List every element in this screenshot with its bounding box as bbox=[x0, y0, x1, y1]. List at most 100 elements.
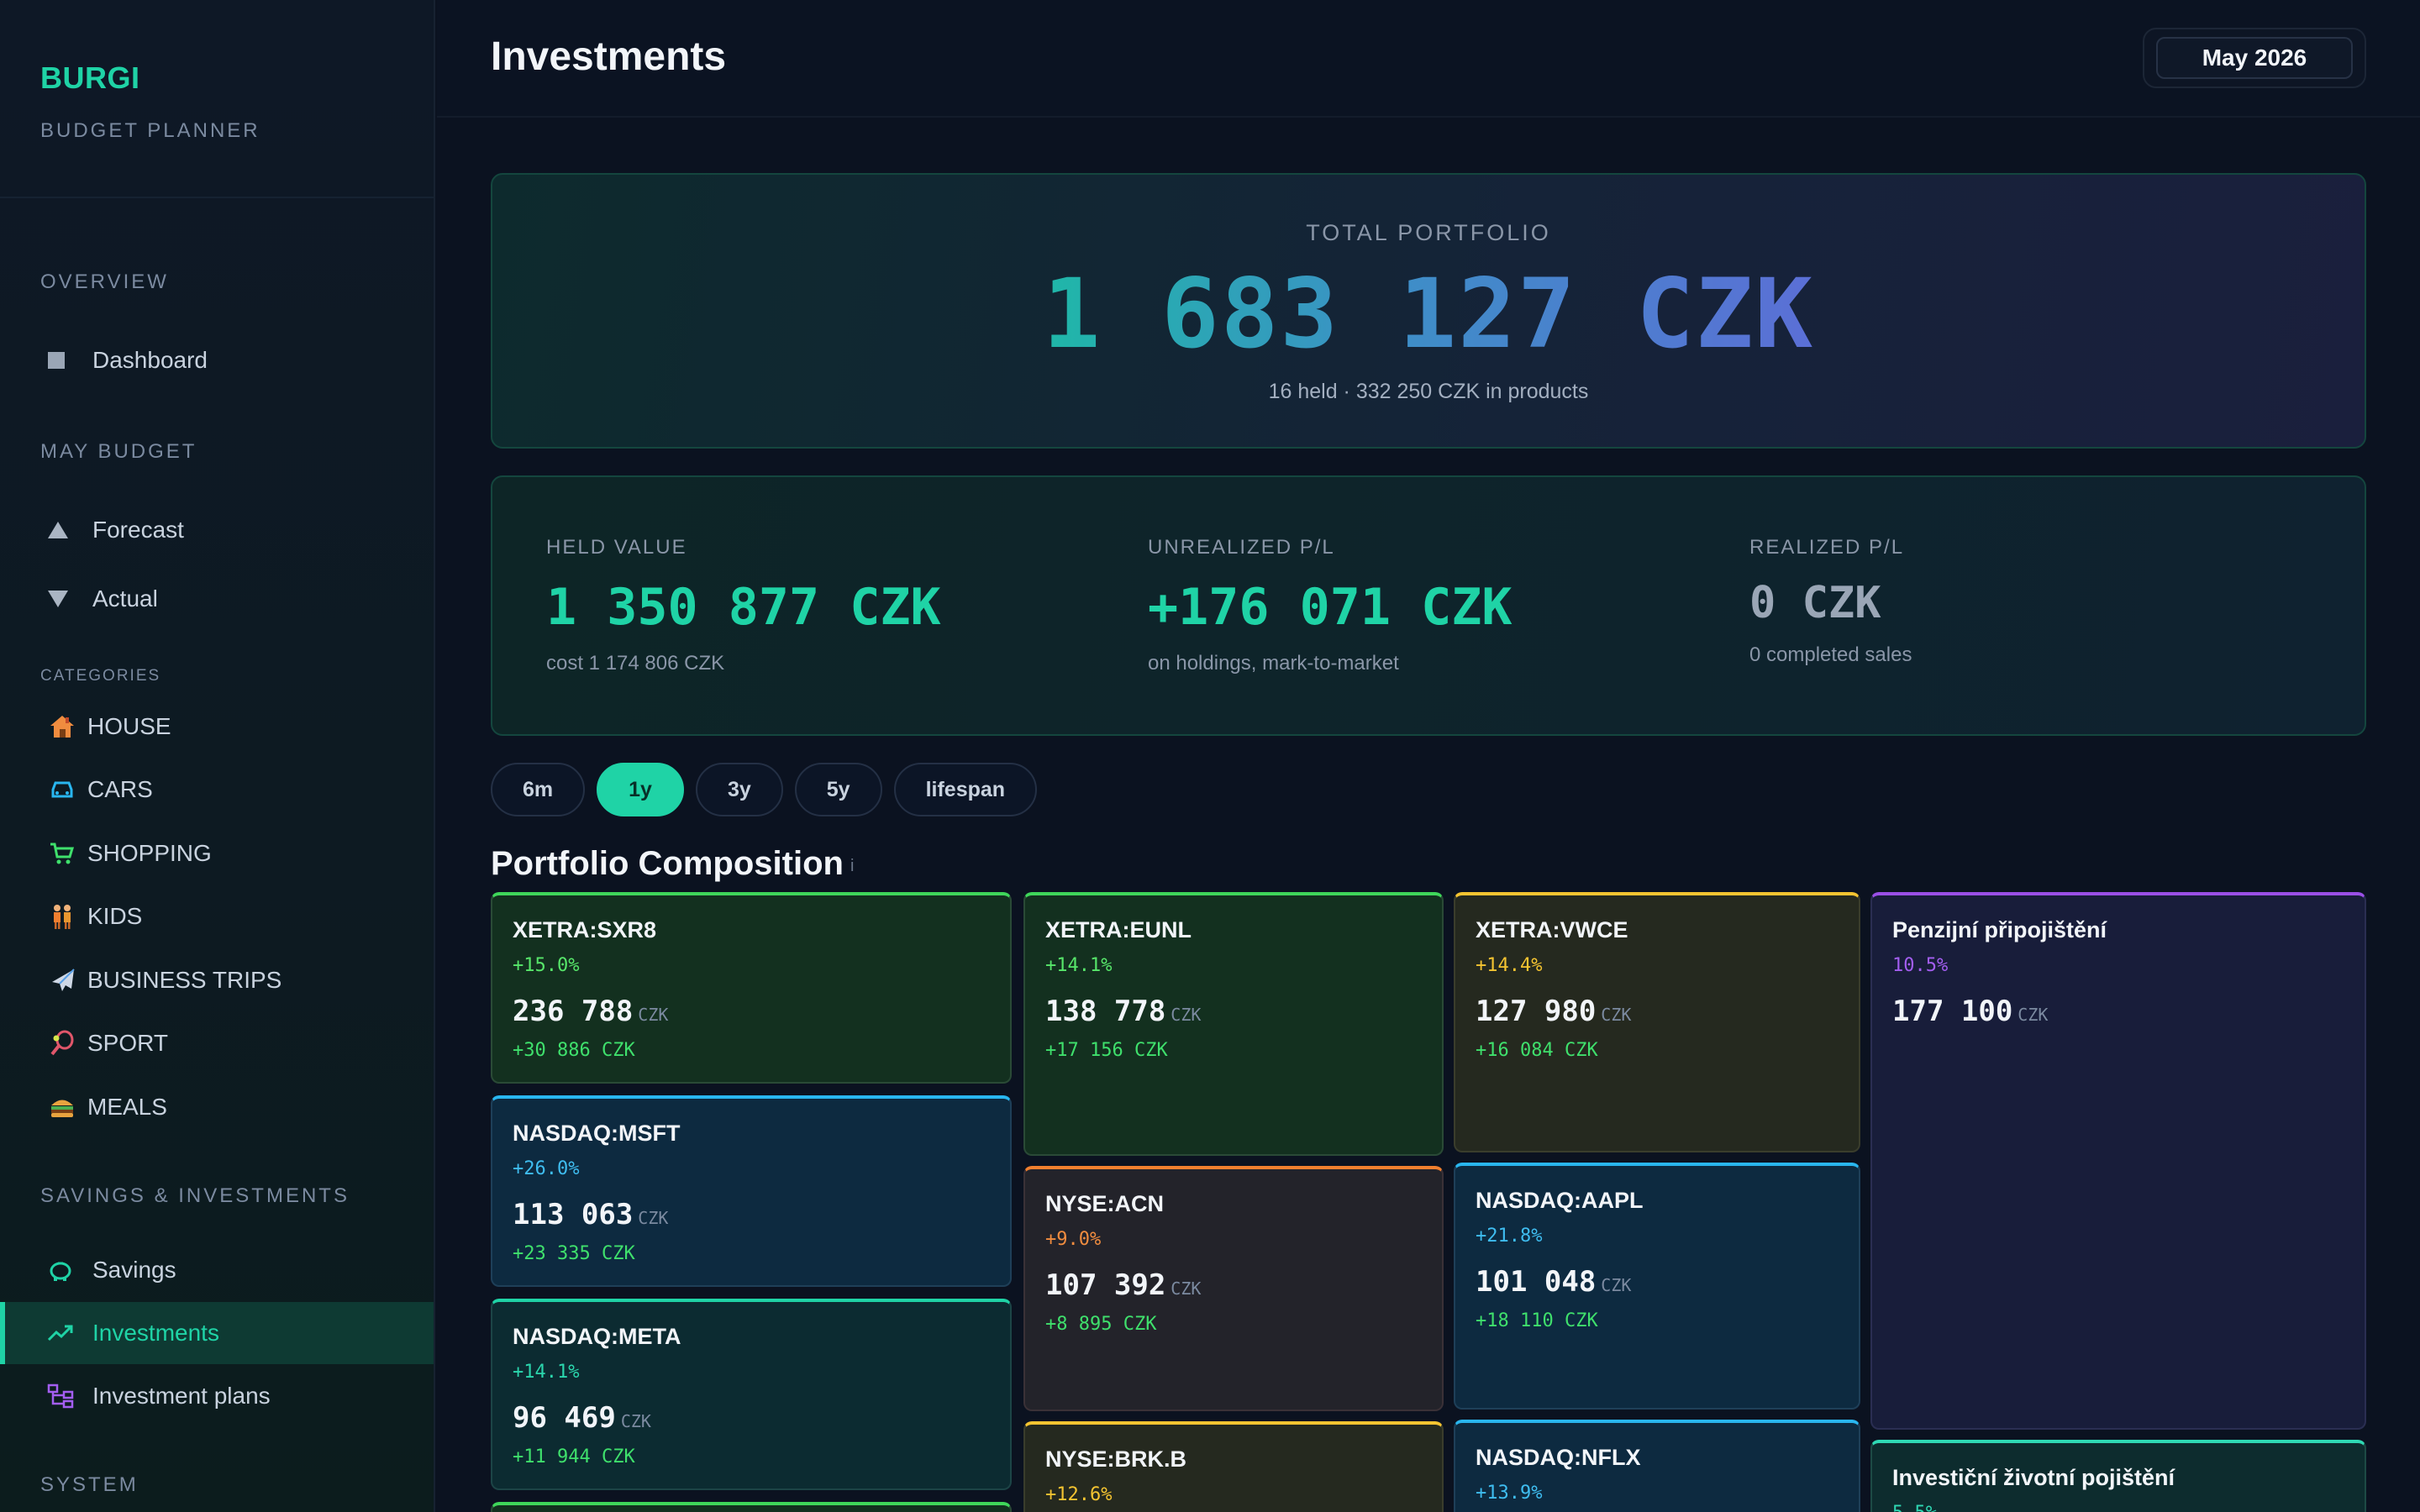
holding-tile-nflx[interactable]: NASDAQ:NFLX +13.9% bbox=[1454, 1420, 1860, 1512]
sidebar-item-sport[interactable]: SPORT bbox=[0, 1012, 434, 1074]
holding-percent: +21.8% bbox=[1476, 1226, 1543, 1247]
tennis-racket-icon bbox=[49, 1030, 82, 1057]
sidebar-item-savings[interactable]: Savings bbox=[0, 1239, 434, 1301]
held-cost: cost 1 174 806 CZK bbox=[546, 652, 725, 675]
holding-value: 107 392 CZK bbox=[1045, 1268, 1202, 1302]
sidebar-item-label: Actual bbox=[92, 585, 158, 612]
total-portfolio-value: 1 683 127 CZK bbox=[1042, 258, 1815, 370]
currency-label: CZK bbox=[638, 1005, 669, 1025]
sidebar-item-investments[interactable]: Investments bbox=[0, 1302, 434, 1364]
kids-icon bbox=[49, 903, 82, 930]
month-selector-button[interactable]: May 2026 bbox=[2156, 37, 2353, 79]
holding-percent: +9.0% bbox=[1045, 1229, 1102, 1250]
range-5y-button[interactable]: 5y bbox=[794, 763, 882, 816]
cart-icon bbox=[49, 842, 82, 865]
sidebar-item-label: SHOPPING bbox=[87, 840, 212, 866]
holding-value: 127 980 CZK bbox=[1476, 995, 1632, 1028]
stat-label: UNREALIZED P/L bbox=[1148, 536, 1335, 559]
sidebar-item-cars[interactable]: CARS bbox=[0, 759, 434, 821]
holding-gain: +8 895 CZK bbox=[1045, 1314, 1157, 1335]
sidebar-item-label: HOUSE bbox=[87, 713, 171, 739]
product-tile-pension[interactable]: Penzijní připojištění 10.5% 177 100 CZK bbox=[1870, 892, 2366, 1430]
currency-label: CZK bbox=[1601, 1275, 1632, 1295]
holding-name: NYSE:ACN bbox=[1045, 1191, 1165, 1216]
currency-label: CZK bbox=[2018, 1005, 2049, 1025]
currency-label: CZK bbox=[1171, 1005, 1202, 1025]
product-percent: 5.5% bbox=[1892, 1503, 2344, 1512]
brand-name[interactable]: BURGI bbox=[40, 60, 393, 96]
sidebar-item-shopping[interactable]: SHOPPING bbox=[0, 822, 434, 885]
holding-percent: +14.1% bbox=[513, 1362, 580, 1383]
info-icon[interactable]: i bbox=[850, 857, 854, 876]
holding-name: NASDAQ:AAPL bbox=[1476, 1188, 1644, 1213]
realized-pl-stat: REALIZED P/L 0 CZK 0 completed sales bbox=[1749, 536, 1912, 667]
product-tile-life-insurance[interactable]: Investiční životní pojištění 5.5% bbox=[1870, 1440, 2366, 1512]
holding-tile-msft[interactable]: NASDAQ:MSFT +26.0% 113 063 CZK +23 335 CZ… bbox=[491, 1095, 1012, 1287]
holding-percent: +26.0% bbox=[513, 1158, 580, 1179]
stat-label: REALIZED P/L bbox=[1749, 536, 1905, 559]
brand-subtitle: BUDGET PLANNER bbox=[40, 119, 260, 142]
range-lifespan-button[interactable]: lifespan bbox=[893, 763, 1038, 816]
holding-gain: +11 944 CZK bbox=[513, 1446, 635, 1467]
realized-pl-value: 0 CZK bbox=[1749, 578, 1881, 628]
currency-label: CZK bbox=[1601, 1005, 1632, 1025]
sidebar-item-actual[interactable]: Actual bbox=[0, 568, 434, 630]
currency-label: CZK bbox=[1171, 1278, 1202, 1299]
total-portfolio-card: TOTAL PORTFOLIO 1 683 127 CZK 16 held · … bbox=[491, 173, 2366, 449]
month-picker: May 2026 bbox=[2143, 28, 2366, 88]
trending-up-icon bbox=[47, 1323, 81, 1343]
holding-percent: +15.0% bbox=[513, 955, 580, 976]
stat-label: HELD VALUE bbox=[546, 536, 687, 559]
burger-icon bbox=[49, 1095, 82, 1120]
sidebar-item-forecast[interactable]: Forecast bbox=[0, 499, 434, 561]
sidebar-item-investment-plans[interactable]: Investment plans bbox=[0, 1365, 434, 1427]
sidebar-item-label: CARS bbox=[87, 776, 153, 802]
sidebar-item-kids[interactable]: KIDS bbox=[0, 885, 434, 948]
sidebar-item-house[interactable]: HOUSE bbox=[0, 696, 434, 758]
holding-gain: +17 156 CZK bbox=[1045, 1040, 1168, 1061]
total-portfolio-label: TOTAL PORTFOLIO bbox=[1306, 220, 1551, 245]
held-value: 1 350 877 CZK bbox=[546, 578, 941, 637]
holding-name: NASDAQ:META bbox=[513, 1324, 681, 1349]
sidebar: BURGI BUDGET PLANNER OVERVIEW Dashboard … bbox=[0, 0, 435, 1512]
main-content: Investments May 2026 TOTAL PORTFOLIO 1 6… bbox=[437, 0, 2420, 1512]
sidebar-item-meals[interactable]: MEALS bbox=[0, 1076, 434, 1138]
holding-value: 101 048 CZK bbox=[1476, 1265, 1632, 1299]
unrealized-pl-note: on holdings, mark-to-market bbox=[1148, 652, 1399, 675]
portfolio-composition-title: Portfolio Composition bbox=[491, 845, 844, 882]
sidebar-item-dashboard[interactable]: Dashboard bbox=[0, 329, 434, 391]
range-1y-button[interactable]: 1y bbox=[597, 763, 684, 816]
holding-tile-vwce[interactable]: XETRA:VWCE +14.4% 127 980 CZK +16 084 CZK bbox=[1454, 892, 1860, 1152]
holding-tile-sxr8[interactable]: XETRA:SXR8 +15.0% 236 788 CZK +30 886 CZK bbox=[491, 892, 1012, 1084]
triangle-down-icon bbox=[47, 590, 81, 608]
stats-card: HELD VALUE 1 350 877 CZK cost 1 174 806 … bbox=[491, 475, 2366, 736]
holding-value: 138 778 CZK bbox=[1045, 995, 1202, 1028]
page-title: Investments bbox=[491, 34, 727, 79]
sidebar-item-business-trips[interactable]: BUSINESS TRIPS bbox=[0, 949, 434, 1011]
holding-tile-meta[interactable]: NASDAQ:META +14.1% 96 469 CZK +11 944 CZK bbox=[491, 1299, 1012, 1490]
holding-tile-aapl[interactable]: NASDAQ:AAPL +21.8% 101 048 CZK +18 110 CZ… bbox=[1454, 1163, 1860, 1410]
product-name: Investiční životní pojištění bbox=[1892, 1465, 2175, 1490]
product-percent: 10.5% bbox=[1892, 955, 1949, 976]
brand: BURGI BUDGET PLANNER bbox=[0, 0, 434, 198]
realized-pl-note: 0 completed sales bbox=[1749, 643, 1912, 666]
holding-tile-acn[interactable]: NYSE:ACN +9.0% 107 392 CZK +8 895 CZK bbox=[1023, 1166, 1444, 1411]
holding-percent: +14.1% bbox=[1045, 955, 1113, 976]
holding-name: NASDAQ:NFLX bbox=[1476, 1445, 1641, 1470]
sidebar-item-label: KIDS bbox=[87, 903, 143, 929]
sidebar-item-label: Dashboard bbox=[92, 347, 208, 373]
currency-label: CZK bbox=[638, 1208, 669, 1228]
range-6m-button[interactable]: 6m bbox=[491, 763, 586, 816]
total-portfolio-subtitle: 16 held · 332 250 CZK in products bbox=[1268, 380, 1589, 403]
sidebar-item-label: Forecast bbox=[92, 517, 184, 543]
unrealized-pl-value: +176 071 CZK bbox=[1148, 578, 1512, 637]
holding-value: 236 788 CZK bbox=[513, 995, 669, 1028]
nav-section-budget: MAY BUDGET bbox=[40, 440, 197, 463]
range-3y-button[interactable]: 3y bbox=[695, 763, 783, 816]
holding-gain: +30 886 CZK bbox=[513, 1040, 635, 1061]
holding-name: XETRA:SXR8 bbox=[513, 917, 657, 942]
holding-tile-partial[interactable] bbox=[491, 1502, 1012, 1512]
holding-name: NYSE:BRK.B bbox=[1045, 1446, 1187, 1472]
holding-tile-eunl[interactable]: XETRA:EUNL +14.1% 138 778 CZK +17 156 CZK bbox=[1023, 892, 1444, 1156]
holding-tile-brk-b[interactable]: NYSE:BRK.B +12.6% bbox=[1023, 1421, 1444, 1512]
